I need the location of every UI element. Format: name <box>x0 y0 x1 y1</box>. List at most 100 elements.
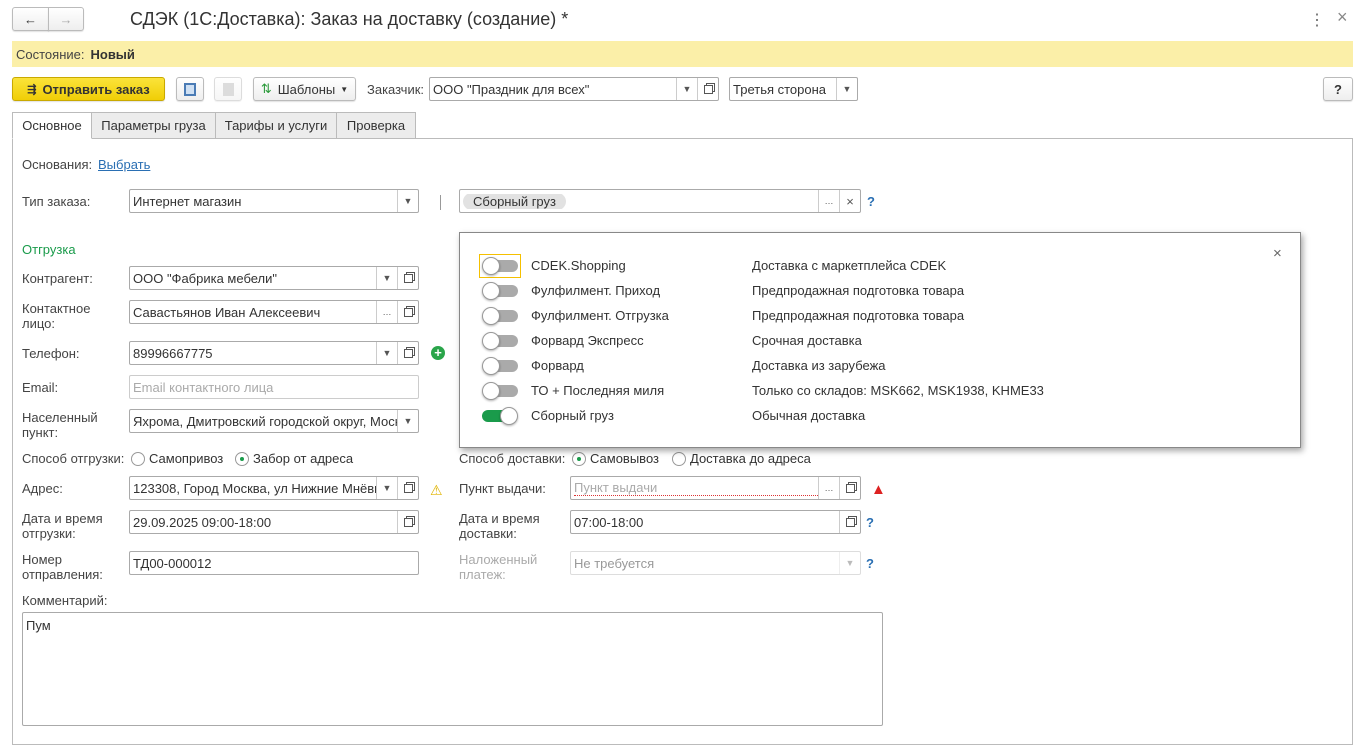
phone-field[interactable]: 89996667775 ▼ <box>129 341 419 365</box>
customer-label: Заказчик: <box>367 82 425 97</box>
address-field[interactable]: 123308, Город Москва, ул Нижние Мнёвники… <box>129 476 419 500</box>
cod-field: Не требуется ▼ <box>570 551 861 575</box>
dropdown-icon: ▼ <box>839 552 860 574</box>
customer-field[interactable]: ООО "Праздник для всех" ▼ <box>429 77 719 101</box>
counterparty-label: Контрагент: <box>22 271 93 286</box>
city-field[interactable]: Яхрома, Дмитровский городской округ, Мос… <box>129 409 419 433</box>
dropdown-icon[interactable]: ▼ <box>676 78 697 100</box>
tab-cargo-params[interactable]: Параметры груза <box>91 112 216 139</box>
toggle-0[interactable] <box>479 254 521 278</box>
city-label: Населенный пункт: <box>22 410 98 440</box>
open-icon[interactable] <box>397 301 418 323</box>
help-icon[interactable]: ? <box>867 194 875 209</box>
pickup-point-field[interactable]: Пункт выдачи… <box>570 476 861 500</box>
toggle-knob <box>482 307 500 325</box>
dropdown-icon[interactable]: ▼ <box>376 267 397 289</box>
help-button[interactable]: ? <box>1323 77 1353 101</box>
phone-label: Телефон: <box>22 346 80 361</box>
ship-date-field[interactable]: 29.09.2025 09:00-18:00 <box>129 510 419 534</box>
radio-self-pickup[interactable]: Самовывоз <box>572 451 659 466</box>
ellipsis-button[interactable]: … <box>818 190 839 212</box>
window-title: СДЭК (1С:Доставка): Заказ на доставку (с… <box>130 9 569 29</box>
help-icon[interactable]: ? <box>866 556 874 571</box>
email-label: Email: <box>22 380 59 395</box>
send-order-button[interactable]: ⇶ Отправить заказ <box>12 77 165 101</box>
service-description: Предпродажная подготовка товара <box>752 308 965 323</box>
close-popup-button[interactable]: × <box>1273 245 1282 262</box>
close-window-button[interactable]: × <box>1337 7 1348 28</box>
bases-label: Основания: <box>22 157 93 172</box>
service-name: ТО + Последняя миля <box>531 383 665 398</box>
forward-icon: → <box>59 11 73 27</box>
templates-button[interactable]: ⇅ Шаблоны ▼ <box>253 77 356 101</box>
templates-icon: ⇅ <box>260 81 272 96</box>
tab-tariffs[interactable]: Тарифы и услуги <box>215 112 337 139</box>
save-button[interactable] <box>176 77 204 101</box>
state-label: Состояние: <box>16 46 85 62</box>
ship-method-label: Способ отгрузки: <box>22 451 125 466</box>
back-button[interactable]: ← <box>12 7 49 31</box>
add-phone-icon[interactable]: + <box>431 346 445 360</box>
forward-button[interactable]: → <box>48 7 84 31</box>
order-type-field[interactable]: Интернет магазин ▼ <box>129 189 419 213</box>
dropdown-icon[interactable]: ▼ <box>397 410 418 432</box>
cod-label: Наложенный платеж: <box>459 552 538 582</box>
contact-label: Контактное лицо: <box>22 301 91 331</box>
state-value: Новый <box>90 46 135 62</box>
number-label: Номер отправления: <box>22 552 103 582</box>
post-button[interactable] <box>214 77 242 101</box>
radio-icon <box>572 452 586 466</box>
back-icon: ← <box>24 11 37 27</box>
order-type-label: Тип заказа: <box>22 194 91 209</box>
service-name: CDEK.Shopping <box>531 258 626 273</box>
chevron-down-icon: ▼ <box>340 84 349 94</box>
ellipsis-button[interactable]: … <box>818 477 839 499</box>
toggle-2[interactable] <box>482 307 518 325</box>
open-icon[interactable] <box>397 477 418 499</box>
open-icon[interactable] <box>397 267 418 289</box>
dropdown-icon[interactable]: ▼ <box>376 477 397 499</box>
open-icon[interactable] <box>397 342 418 364</box>
service-name: Форвард Экспресс <box>531 333 644 348</box>
open-icon[interactable] <box>839 477 860 499</box>
dropdown-icon[interactable]: ▼ <box>397 190 418 212</box>
open-icon[interactable] <box>697 78 718 100</box>
toggle-4[interactable] <box>482 357 518 375</box>
clear-icon[interactable]: × <box>839 190 860 212</box>
radio-pickup-from-address[interactable]: Забор от адреса <box>235 451 353 466</box>
help-icon[interactable]: ? <box>866 515 874 530</box>
service-description: Срочная доставка <box>752 333 862 348</box>
open-icon[interactable] <box>397 511 418 533</box>
toggle-3[interactable] <box>482 332 518 350</box>
counterparty-field[interactable]: ООО "Фабрика мебели" ▼ <box>129 266 419 290</box>
toggle-5[interactable] <box>482 382 518 400</box>
delivery-date-field[interactable]: 07:00-18:00 <box>570 510 861 534</box>
services-popup: × CDEK.Shopping Доставка с маркетплейса … <box>459 232 1301 448</box>
delivery-method-label: Способ доставки: <box>459 451 566 466</box>
comment-textarea[interactable]: Пум <box>22 612 883 726</box>
number-field[interactable]: ТД00-000012 <box>129 551 419 575</box>
tariff-field[interactable]: Сборный груз … × <box>459 189 861 213</box>
more-icon[interactable]: ⋮ <box>1309 10 1325 30</box>
dropdown-icon[interactable]: ▼ <box>836 78 857 100</box>
open-icon[interactable] <box>839 511 860 533</box>
tab-check[interactable]: Проверка <box>336 112 416 139</box>
email-field[interactable]: Email контактного лица <box>129 375 419 399</box>
service-description: Только со складов: MSK662, MSK1938, KHME… <box>752 383 1044 398</box>
radio-delivery-to-address[interactable]: Доставка до адреса <box>672 451 811 466</box>
tariff-chip[interactable]: Сборный груз <box>463 193 566 209</box>
tab-main[interactable]: Основное <box>12 112 92 139</box>
contact-field[interactable]: Савастьянов Иван Алексеевич… <box>129 300 419 324</box>
toggle-knob <box>482 357 500 375</box>
separator <box>440 195 441 210</box>
send-icon: ⇶ <box>27 83 37 96</box>
payer-field[interactable]: Третья сторона ▼ <box>729 77 858 101</box>
select-bases-link[interactable]: Выбрать <box>98 157 150 172</box>
toggle-1[interactable] <box>482 282 518 300</box>
toggle-6[interactable] <box>482 407 518 425</box>
dropdown-icon[interactable]: ▼ <box>376 342 397 364</box>
radio-self-delivery[interactable]: Самопривоз <box>131 451 223 466</box>
ship-date-label: Дата и время отгрузки: <box>22 511 103 541</box>
toggle-knob <box>500 407 518 425</box>
ellipsis-button[interactable]: … <box>376 301 397 323</box>
